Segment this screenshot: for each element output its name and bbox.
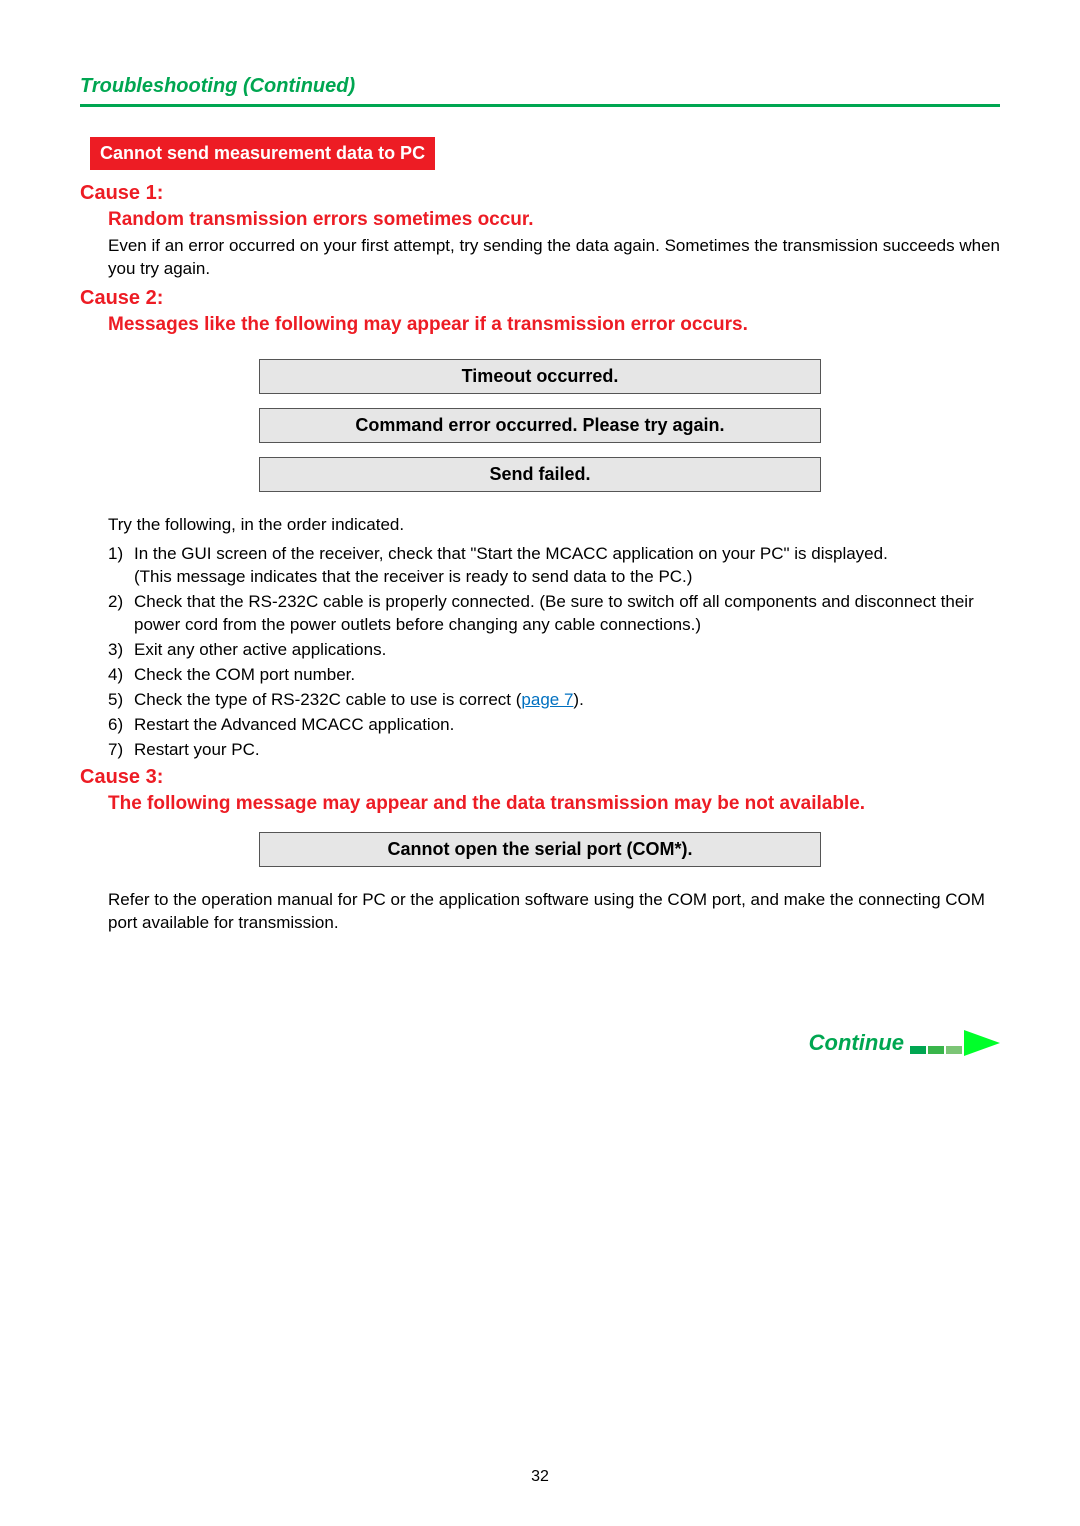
message-box-serial-port: Cannot open the serial port (COM*). [259, 832, 821, 867]
continue-label: Continue [809, 1030, 904, 1056]
breadcrumb: Troubleshooting (Continued) [80, 75, 1000, 98]
cause2-subtitle: Messages like the following may appear i… [108, 312, 1000, 338]
list-body: Check the type of RS-232C cable to use i… [134, 689, 1000, 712]
message-box-command-error: Command error occurred. Please try again… [259, 408, 821, 443]
list-text: Restart your PC. [134, 740, 260, 759]
cause1-label: Cause 1: [80, 182, 1000, 205]
cause1-subtitle: Random transmission errors sometimes occ… [108, 207, 1000, 233]
cause2-label: Cause 2: [80, 287, 1000, 310]
list-body: Restart the Advanced MCACC application. [134, 714, 1000, 737]
cause1-body: Even if an error occurred on your first … [108, 235, 1000, 281]
list-item: 5) Check the type of RS-232C cable to us… [108, 689, 1000, 712]
page-number: 32 [0, 1468, 1080, 1486]
list-item: 1) In the GUI screen of the receiver, ch… [108, 543, 1000, 589]
list-num: 3) [108, 639, 134, 662]
list-text: Exit any other active applications. [134, 640, 386, 659]
cause3-body: Refer to the operation manual for PC or … [108, 889, 1000, 935]
list-num: 1) [108, 543, 134, 589]
page: Troubleshooting (Continued) Cannot send … [0, 0, 1080, 1526]
list-body: In the GUI screen of the receiver, check… [134, 543, 1000, 589]
page-link[interactable]: page 7 [521, 690, 573, 709]
section-title: Cannot send measurement data to PC [90, 137, 435, 170]
list-item: 6) Restart the Advanced MCACC applicatio… [108, 714, 1000, 737]
cause3-subtitle: The following message may appear and the… [108, 791, 1000, 817]
list-body: Restart your PC. [134, 739, 1000, 762]
list-num: 5) [108, 689, 134, 712]
list-item: 4) Check the COM port number. [108, 664, 1000, 687]
list-text: ). [573, 690, 583, 709]
ordered-list: 1) In the GUI screen of the receiver, ch… [108, 543, 1000, 761]
list-num: 7) [108, 739, 134, 762]
list-text: Check the type of RS-232C cable to use i… [134, 690, 521, 709]
list-body: Exit any other active applications. [134, 639, 1000, 662]
message-box-send-failed: Send failed. [259, 457, 821, 492]
list-text: Check that the RS-232C cable is properly… [134, 592, 974, 634]
message-box-timeout: Timeout occurred. [259, 359, 821, 394]
list-num: 4) [108, 664, 134, 687]
divider [80, 104, 1000, 107]
list-item: 2) Check that the RS-232C cable is prope… [108, 591, 1000, 637]
cause2-intro: Try the following, in the order indicate… [108, 514, 1000, 537]
list-num: 2) [108, 591, 134, 637]
list-text: Restart the Advanced MCACC application. [134, 715, 454, 734]
list-text: Check the COM port number. [134, 665, 355, 684]
list-item: 7) Restart your PC. [108, 739, 1000, 762]
list-item: 3) Exit any other active applications. [108, 639, 1000, 662]
list-text: In the GUI screen of the receiver, check… [134, 544, 888, 563]
list-num: 6) [108, 714, 134, 737]
cause3-label: Cause 3: [80, 766, 1000, 789]
list-text: (This message indicates that the receive… [134, 567, 692, 586]
list-body: Check that the RS-232C cable is properly… [134, 591, 1000, 637]
continue-arrow-icon [910, 1030, 1000, 1056]
continue-wrap[interactable]: Continue [809, 1030, 1000, 1056]
list-body: Check the COM port number. [134, 664, 1000, 687]
